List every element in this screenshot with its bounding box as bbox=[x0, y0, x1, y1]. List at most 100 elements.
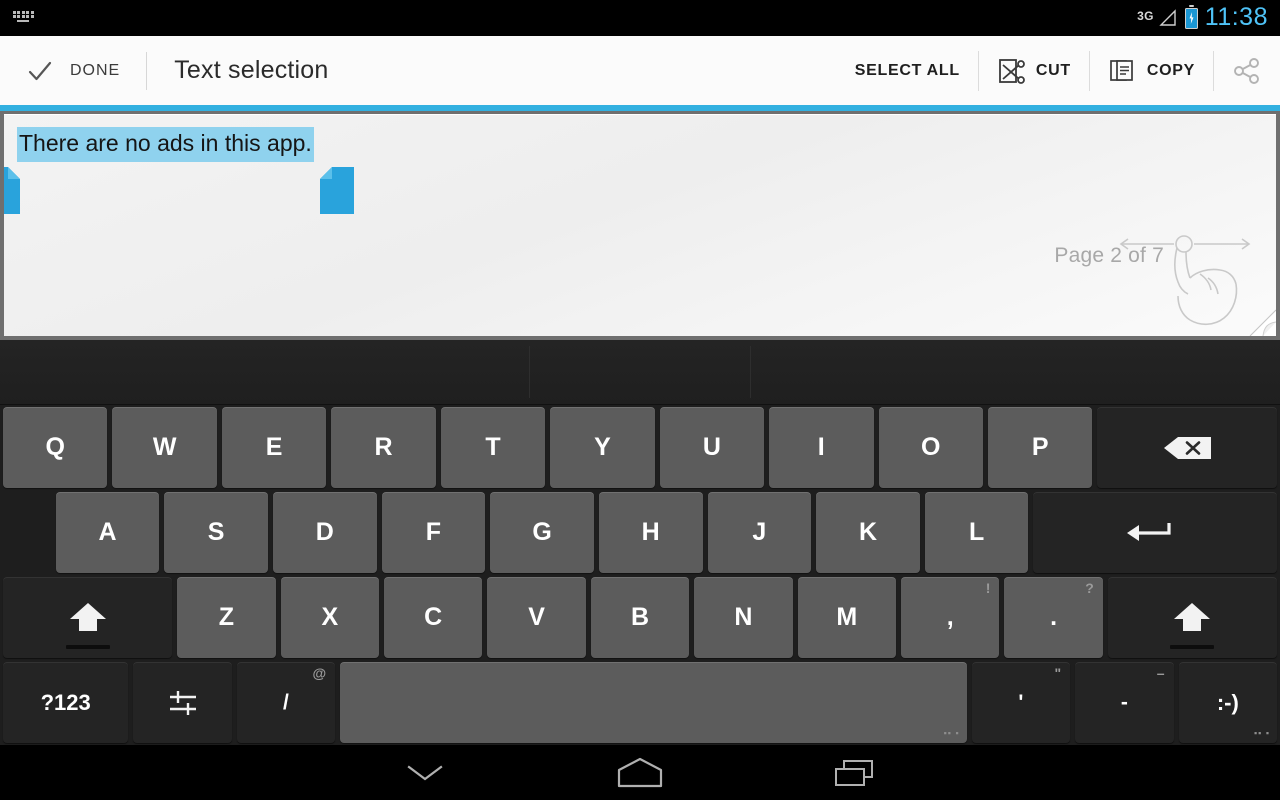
key-z[interactable]: Z bbox=[177, 577, 276, 658]
key-f[interactable]: F bbox=[381, 492, 486, 573]
key-settings[interactable] bbox=[133, 662, 232, 743]
keyboard-icon[interactable] bbox=[12, 10, 34, 26]
status-bar-right: 3G 11:38 bbox=[1137, 2, 1280, 32]
key-w[interactable]: W bbox=[112, 407, 217, 488]
status-bar-left bbox=[0, 10, 34, 26]
key-n[interactable]: N bbox=[694, 577, 793, 658]
key-p[interactable]: P bbox=[987, 407, 1093, 488]
key-label: ?123 bbox=[40, 689, 91, 715]
key-d[interactable]: D bbox=[272, 492, 377, 573]
key-e[interactable]: E bbox=[221, 407, 327, 488]
key-shift-left[interactable] bbox=[3, 577, 173, 658]
emoticon-marker: ▪▪ ▪ bbox=[1253, 728, 1271, 738]
nav-hide-keyboard-button[interactable] bbox=[350, 745, 500, 800]
key-label: H bbox=[641, 518, 660, 546]
key-label: L bbox=[968, 518, 985, 546]
key-apostrophe[interactable]: " ' bbox=[971, 662, 1071, 743]
key-k[interactable]: K bbox=[816, 492, 920, 573]
key-j[interactable]: J bbox=[707, 492, 812, 573]
key-g[interactable]: G bbox=[490, 492, 594, 573]
key-hint: ? bbox=[1085, 580, 1094, 596]
key-label: N bbox=[734, 603, 753, 631]
key-label: K bbox=[858, 518, 877, 546]
key-label: F bbox=[425, 518, 442, 546]
key-label: - bbox=[1120, 690, 1128, 714]
key-symbols[interactable]: ?123 bbox=[3, 662, 129, 743]
key-hint: ! bbox=[985, 580, 991, 596]
select-all-button[interactable]: SELECT ALL bbox=[837, 36, 978, 105]
key-i[interactable]: I bbox=[769, 407, 874, 488]
key-t[interactable]: T bbox=[440, 407, 546, 488]
key-label: R bbox=[374, 433, 393, 461]
status-bar: 3G 11:38 bbox=[0, 0, 1280, 36]
key-l[interactable]: L bbox=[924, 492, 1029, 573]
settings-sliders-icon bbox=[169, 690, 196, 715]
key-x[interactable]: X bbox=[280, 577, 380, 658]
key-label: O bbox=[920, 433, 941, 461]
backspace-icon bbox=[1164, 436, 1212, 459]
copy-label: COPY bbox=[1146, 61, 1195, 79]
key-label: A bbox=[98, 518, 117, 546]
key-q[interactable]: Q bbox=[3, 407, 108, 488]
key-slash[interactable]: @ / bbox=[236, 662, 336, 743]
shift-lock-indicator bbox=[1170, 645, 1215, 649]
key-label: D bbox=[315, 518, 334, 546]
key-u[interactable]: U bbox=[659, 407, 765, 488]
key-v[interactable]: V bbox=[487, 577, 586, 658]
space-marker: ▪▪ ▪ bbox=[943, 728, 960, 738]
share-icon bbox=[1234, 57, 1259, 84]
copy-button[interactable]: COPY bbox=[1090, 36, 1213, 105]
cut-icon bbox=[998, 58, 1025, 84]
key-label: / bbox=[283, 690, 289, 714]
keyboard-row-1: Q W E R T Y U I O P bbox=[0, 405, 1280, 490]
key-m[interactable]: M bbox=[797, 577, 896, 658]
key-label: P bbox=[1031, 433, 1049, 461]
key-label: Z bbox=[218, 603, 235, 631]
action-bar: DONE Text selection SELECT ALL CUT COPY bbox=[0, 36, 1280, 105]
selected-text[interactable]: There are no ads in this app. bbox=[17, 127, 314, 162]
key-label: :-) bbox=[1216, 689, 1239, 715]
share-button[interactable] bbox=[1214, 36, 1280, 105]
suggestion-divider bbox=[750, 346, 751, 398]
key-enter[interactable] bbox=[1033, 492, 1277, 573]
cut-button[interactable]: CUT bbox=[979, 36, 1089, 105]
shift-icon bbox=[69, 602, 106, 631]
selection-handle-left[interactable] bbox=[4, 167, 20, 214]
key-comma[interactable]: ! , bbox=[900, 577, 1000, 658]
row2-left-spacer bbox=[3, 492, 51, 573]
key-emoticon[interactable]: :-) ▪▪ ▪ bbox=[1178, 662, 1278, 743]
suggestion-strip[interactable] bbox=[0, 340, 1280, 405]
key-r[interactable]: R bbox=[331, 407, 436, 488]
cut-label: CUT bbox=[1035, 61, 1071, 79]
done-label: DONE bbox=[70, 61, 121, 79]
key-y[interactable]: Y bbox=[550, 407, 655, 488]
key-label: C bbox=[424, 603, 443, 631]
battery-charging-icon bbox=[1184, 4, 1198, 29]
key-backspace[interactable] bbox=[1097, 407, 1277, 488]
key-s[interactable]: S bbox=[164, 492, 268, 573]
select-all-label: SELECT ALL bbox=[854, 61, 960, 79]
key-h[interactable]: H bbox=[598, 492, 703, 573]
key-a[interactable]: A bbox=[55, 492, 160, 573]
shift-icon bbox=[1174, 602, 1211, 631]
key-dash[interactable]: – - bbox=[1075, 662, 1174, 743]
action-bar-actions: SELECT ALL CUT COPY bbox=[837, 36, 1280, 105]
key-label: X bbox=[321, 603, 339, 631]
key-shift-right[interactable] bbox=[1107, 577, 1277, 658]
key-space[interactable]: ▪▪ ▪ bbox=[340, 662, 967, 743]
key-o[interactable]: O bbox=[878, 407, 983, 488]
nav-recents-button[interactable] bbox=[780, 745, 930, 800]
key-b[interactable]: B bbox=[590, 577, 690, 658]
document-page[interactable]: There are no ads in this app. Page 2 of … bbox=[4, 114, 1276, 336]
shift-lock-indicator bbox=[65, 645, 110, 649]
selection-handle-right[interactable] bbox=[320, 167, 354, 214]
status-bar-clock: 11:38 bbox=[1204, 2, 1268, 31]
navigation-bar bbox=[0, 745, 1280, 800]
key-label: T bbox=[485, 433, 501, 461]
key-period[interactable]: ? . bbox=[1004, 577, 1103, 658]
nav-home-button[interactable] bbox=[565, 745, 715, 800]
key-label: . bbox=[1050, 603, 1058, 631]
done-button[interactable]: DONE bbox=[0, 36, 120, 105]
key-c[interactable]: C bbox=[384, 577, 483, 658]
soft-keyboard: Q W E R T Y U I O P A S D F G H J K L Z … bbox=[0, 340, 1280, 745]
